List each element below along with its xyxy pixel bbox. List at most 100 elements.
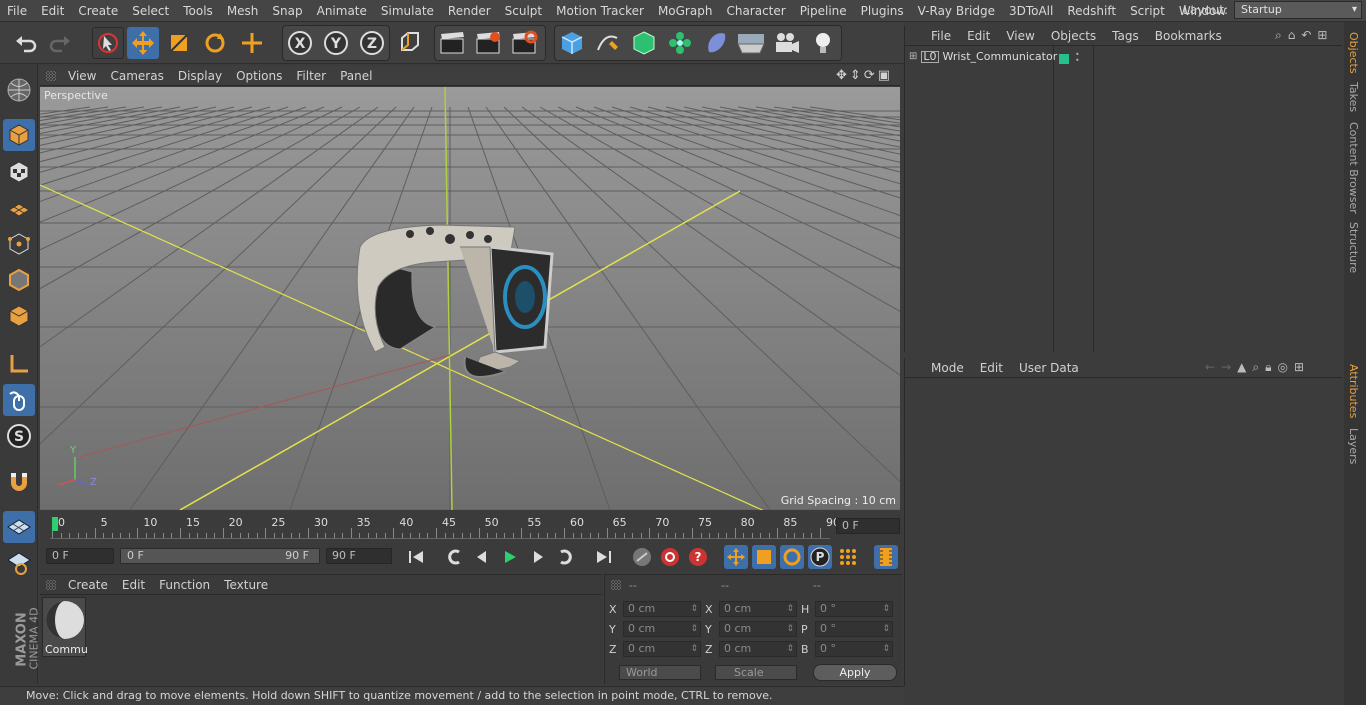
end-frame-field[interactable]: 90 F (326, 548, 392, 564)
points-mode-icon[interactable] (3, 228, 35, 260)
viewport-menu-filter[interactable]: Filter (289, 69, 333, 83)
object-menu-file[interactable]: File (923, 29, 959, 43)
polygons-mode-icon[interactable] (3, 300, 35, 332)
camera-icon[interactable] (771, 27, 803, 59)
previous-frame-icon[interactable] (470, 545, 494, 569)
play-forward-icon[interactable] (498, 545, 522, 569)
spline-pen-icon[interactable] (592, 27, 624, 59)
zoom-view-icon[interactable]: ⇕ (850, 68, 861, 83)
transform-tool-button[interactable] (236, 27, 268, 59)
previous-keyframe-icon[interactable] (442, 545, 466, 569)
render-settings-icon[interactable] (508, 27, 540, 59)
snap-magnet-icon[interactable] (3, 466, 35, 498)
material-menu-create[interactable]: Create (61, 578, 115, 592)
dock-tab-attributes[interactable]: Attributes (1347, 364, 1360, 418)
x-axis-lock-icon[interactable]: X (284, 27, 316, 59)
material-menu-texture[interactable]: Texture (217, 578, 275, 592)
scale-mode-dropdown[interactable]: Scale (715, 665, 797, 680)
forward-arrow-icon[interactable]: → (1221, 360, 1231, 375)
cloner-icon[interactable] (664, 27, 696, 59)
viewport-menu-cameras[interactable]: Cameras (103, 69, 170, 83)
viewport-menu-options[interactable]: Options (229, 69, 289, 83)
expand-icon[interactable]: ⊞ (909, 51, 917, 62)
light-icon[interactable] (807, 27, 839, 59)
menu-file[interactable]: File (0, 4, 34, 18)
render-picture-viewer-icon[interactable] (472, 27, 504, 59)
dock-tab-takes[interactable]: Takes (1347, 82, 1360, 112)
coord-value-field[interactable]: 0 ° (815, 601, 893, 617)
key-pla-icon[interactable] (836, 545, 860, 569)
object-menu-bookmarks[interactable]: Bookmarks (1147, 29, 1230, 43)
viewport-menu-display[interactable]: Display (171, 69, 229, 83)
new-window-icon[interactable]: ⊞ (1294, 360, 1304, 375)
workplane-mode-icon[interactable] (3, 192, 35, 224)
floor-environment-icon[interactable] (735, 27, 767, 59)
rotate-tool-button[interactable] (199, 27, 231, 59)
coord-value-field[interactable]: 0 cm (623, 641, 701, 657)
render-view-icon[interactable] (436, 27, 468, 59)
snap-settings-icon[interactable]: S (3, 420, 35, 452)
timeline-window-icon[interactable] (874, 545, 898, 569)
target-icon[interactable]: ◎ (1277, 360, 1287, 375)
move-tool-button[interactable] (127, 27, 159, 59)
scale-tool-button[interactable] (163, 27, 195, 59)
key-parameter-icon[interactable]: P (808, 545, 832, 569)
menu-motion-tracker[interactable]: Motion Tracker (549, 4, 651, 18)
coord-value-field[interactable]: 0 cm (719, 601, 797, 617)
deformer-icon[interactable] (700, 27, 732, 59)
material-menu-edit[interactable]: Edit (115, 578, 152, 592)
coord-value-field[interactable]: 0 ° (815, 621, 893, 637)
keyframe-selection-icon[interactable]: ? (686, 545, 710, 569)
texture-mode-icon[interactable] (3, 156, 35, 188)
undo-button[interactable] (10, 27, 42, 59)
edges-mode-icon[interactable] (3, 264, 35, 296)
z-axis-lock-icon[interactable]: Z (356, 27, 388, 59)
attribute-menu-user-data[interactable]: User Data (1011, 361, 1087, 375)
dock-tab-objects[interactable]: Objects (1347, 32, 1360, 74)
menu-plugins[interactable]: Plugins (854, 4, 911, 18)
object-menu-objects[interactable]: Objects (1043, 29, 1104, 43)
menu-tools[interactable]: Tools (176, 4, 220, 18)
viewport-menu-panel[interactable]: Panel (333, 69, 379, 83)
maximize-view-icon[interactable]: ▣ (878, 68, 890, 83)
timeline-ruler[interactable]: 0 5 10 15 20 25 30 35 40 45 50 55 60 65 70 75 80 85 90 (50, 515, 840, 539)
dock-tab-layers[interactable]: Layers (1347, 428, 1360, 464)
menu-edit[interactable]: Edit (34, 4, 71, 18)
key-rotation-icon[interactable] (780, 545, 804, 569)
start-frame-field[interactable]: 0 F (46, 548, 114, 564)
menu-create[interactable]: Create (71, 4, 125, 18)
menu-render[interactable]: Render (441, 4, 498, 18)
autokey-icon[interactable] (658, 545, 682, 569)
menu-script[interactable]: Script (1123, 4, 1172, 18)
menu-select[interactable]: Select (125, 4, 176, 18)
object-layer-color-tag[interactable] (1059, 54, 1069, 64)
object-row-wrist-communicator[interactable]: ⊞ L0 Wrist_Communicator (909, 50, 1057, 63)
playhead[interactable] (52, 517, 58, 531)
make-editable-icon[interactable] (3, 74, 35, 106)
lock-icon[interactable]: 🔒︎ (1265, 360, 1271, 375)
tweak-mode-icon[interactable] (3, 384, 35, 416)
menu-mograph[interactable]: MoGraph (651, 4, 720, 18)
material-swatch[interactable]: Commu (42, 597, 88, 657)
current-frame-field[interactable]: 0 F (836, 518, 900, 534)
key-position-icon[interactable] (724, 545, 748, 569)
apply-button[interactable]: Apply (813, 664, 897, 681)
menu-pipeline[interactable]: Pipeline (793, 4, 854, 18)
menu-character[interactable]: Character (719, 4, 792, 18)
live-selection-button[interactable] (92, 27, 124, 59)
record-keys-icon[interactable] (630, 545, 654, 569)
coord-value-field[interactable]: 0 cm (719, 621, 797, 637)
dock-tab-structure[interactable]: Structure (1347, 222, 1360, 273)
attribute-menu-edit[interactable]: Edit (972, 361, 1011, 375)
subdivision-surface-icon[interactable] (628, 27, 660, 59)
go-to-end-icon[interactable] (592, 545, 616, 569)
coordinate-mode-dropdown[interactable]: World (619, 665, 701, 680)
menu-redshift[interactable]: Redshift (1060, 4, 1123, 18)
next-frame-icon[interactable] (526, 545, 550, 569)
layout-dropdown[interactable]: Startup (1234, 1, 1362, 19)
cube-primitive-icon[interactable] (556, 27, 588, 59)
perspective-viewport[interactable]: Perspective Y Z Grid Spacing : 10 cm (40, 87, 900, 510)
menu-simulate[interactable]: Simulate (374, 4, 441, 18)
rotate-view-icon[interactable]: ⟳ (864, 68, 875, 83)
menu-snap[interactable]: Snap (265, 4, 309, 18)
